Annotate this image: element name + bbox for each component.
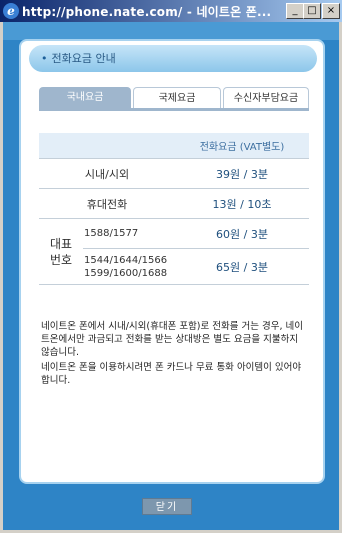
rate-table: 전화요금 (VAT별도) 시내/시외 39원 / 3분 휴대전화 13원 / 1… (39, 133, 309, 285)
internet-explorer-icon: e (3, 3, 19, 19)
note-text: 네이트온 폰에서 시내/시외(휴대폰 포함)로 전화를 거는 경우, 네이트온에… (41, 321, 304, 358)
content-panel: • 전화요금 안내 국내요금 국제요금 수신자부담요금 전화요금 (VAT별도) … (19, 39, 325, 484)
row-value: 39원 / 3분 (175, 158, 309, 189)
window-title: http://phone.nate.com/ - 네이트온 폰... (22, 5, 272, 19)
tab-collect-call[interactable]: 수신자부담요금 (223, 87, 309, 109)
close-button[interactable]: 닫기 (142, 498, 192, 515)
notes: 네이트온 폰에서 시내/시외(휴대폰 포함)로 전화를 거는 경우, 네이트온에… (41, 320, 309, 389)
tab-international[interactable]: 국제요금 (133, 87, 221, 109)
close-window-button[interactable]: × (322, 3, 340, 19)
table-header-blank (39, 133, 175, 159)
maximize-button[interactable]: □ (303, 3, 321, 19)
tab-underline (39, 108, 309, 111)
rate-tabs: 국내요금 국제요금 수신자부담요금 (39, 87, 309, 109)
window-titlebar: e http://phone.nate.com/ - 네이트온 폰... _ □… (0, 0, 342, 22)
section-title: 전화요금 안내 (51, 52, 116, 65)
table-row: 대표 번호 1588/1577 60원 / 3분 (39, 218, 309, 285)
note-text: 네이트온 폰을 이용하시려면 폰 카드나 무료 통화 아이템이 있어야 합니다. (41, 362, 302, 386)
representative-numbers: 1588/1577 (83, 218, 175, 249)
bullet-icon: • (41, 52, 48, 65)
table-header-rate: 전화요금 (VAT별도) (175, 133, 309, 159)
table-row: 휴대전화 13원 / 10초 (39, 188, 309, 219)
row-value: 60원 / 3분 (175, 218, 309, 249)
representative-numbers: 1544/1644/1566 1599/1600/1688 (83, 248, 175, 285)
section-header: • 전화요금 안내 (29, 45, 317, 72)
popup-page: • 전화요금 안내 국내요금 국제요금 수신자부담요금 전화요금 (VAT별도) … (3, 22, 339, 530)
tab-domestic[interactable]: 국내요금 (39, 87, 131, 109)
row-value: 13원 / 10초 (175, 188, 309, 219)
top-stripe (3, 22, 339, 40)
representative-label: 대표 번호 (39, 218, 83, 285)
minimize-button[interactable]: _ (286, 3, 304, 19)
row-label: 휴대전화 (39, 188, 175, 219)
table-row: 시내/시외 39원 / 3분 (39, 158, 309, 189)
row-label: 시내/시외 (39, 158, 175, 189)
row-value: 65원 / 3분 (175, 248, 309, 285)
